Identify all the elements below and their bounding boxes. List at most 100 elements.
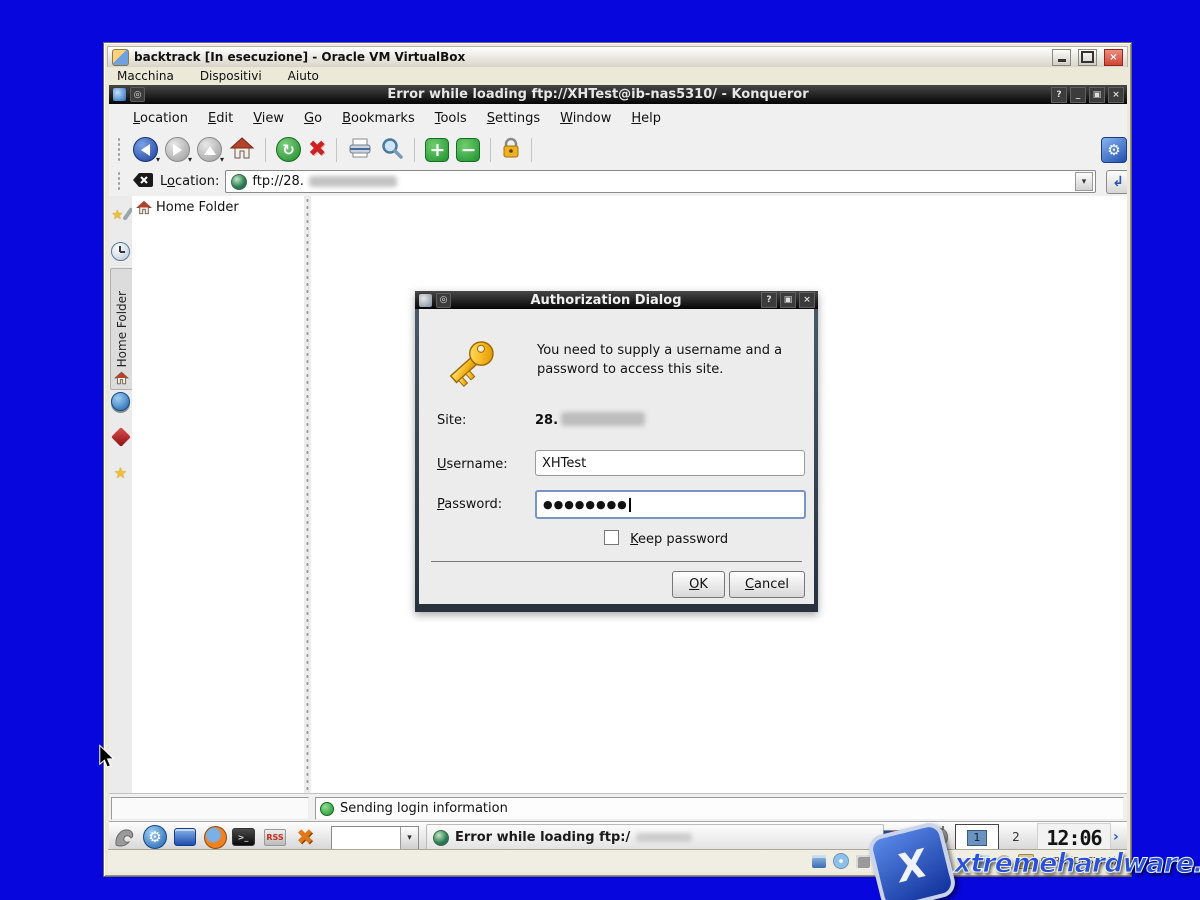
toolbar-separator <box>531 138 532 162</box>
dialog-app-icon <box>419 294 432 307</box>
toolbar-drag-handle[interactable] <box>117 137 122 162</box>
virtualbox-titlebar[interactable]: backtrack [In esecuzione] - Oracle VM Vi… <box>107 46 1128 68</box>
firefox-launcher[interactable] <box>203 825 227 849</box>
dialog-title: Authorization Dialog <box>451 293 761 308</box>
status-message-area: Sending login information <box>315 797 1124 820</box>
find-button[interactable] <box>380 136 404 164</box>
zoom-in-button[interactable]: + <box>425 138 449 162</box>
keep-password-row[interactable]: Keep password <box>604 530 728 547</box>
desktop-launcher[interactable] <box>173 825 197 849</box>
taskbar-combobox[interactable]: ▾ <box>331 826 419 850</box>
up-button[interactable]: ▾ <box>197 137 222 162</box>
sidebar-tab-home-folder-active[interactable]: Home Folder <box>110 268 133 390</box>
print-icon <box>347 136 373 160</box>
panel-splitter[interactable] <box>304 196 311 793</box>
history-clock-icon <box>111 242 130 261</box>
help-button[interactable]: ? <box>1051 87 1067 103</box>
location-history-dropdown[interactable]: ▾ <box>1075 172 1093 191</box>
home-button[interactable] <box>229 136 255 164</box>
password-input[interactable]: ●●●●●●●● <box>535 490 806 519</box>
rss-icon: RSS <box>264 829 286 846</box>
ok-button[interactable]: OK <box>672 571 725 598</box>
dialog-titlebar[interactable]: ◎ Authorization Dialog ? ▣ × <box>415 291 818 309</box>
toolbar-separator <box>414 138 415 162</box>
close-button[interactable]: × <box>1108 87 1124 103</box>
cancel-button[interactable]: Cancel <box>729 571 805 598</box>
home-folder-icon <box>136 200 152 215</box>
konqueror-statusbar: Sending login information <box>109 793 1127 822</box>
sidebar-tab-bookmarks-button[interactable]: ★ <box>111 202 130 228</box>
maximize-button[interactable]: ▣ <box>780 292 796 308</box>
padlock-icon <box>501 136 521 160</box>
clear-location-button[interactable] <box>132 172 154 192</box>
toolbar-drag-handle[interactable] <box>117 171 122 191</box>
security-button[interactable] <box>501 136 521 164</box>
close-button[interactable]: × <box>799 292 815 308</box>
rss-launcher[interactable]: RSS <box>263 825 287 849</box>
combobox-dropdown-icon[interactable]: ▾ <box>400 827 418 849</box>
keep-password-checkbox[interactable] <box>604 530 619 545</box>
floppy-activity-icon <box>856 855 870 868</box>
censored-site <box>561 412 645 426</box>
xchat-launcher[interactable]: ✖ <box>293 825 317 849</box>
sticky-pin-icon[interactable]: ◎ <box>130 87 145 102</box>
menu-edit[interactable]: Edit <box>198 111 243 126</box>
minimize-button[interactable]: _ <box>1070 87 1086 103</box>
maximize-button[interactable] <box>1078 49 1097 66</box>
sidebar-tab-root-button[interactable] <box>111 424 130 450</box>
task-globe-icon <box>433 830 449 846</box>
konsole-launcher[interactable]: >_ <box>231 825 255 849</box>
help-button[interactable]: ? <box>761 292 777 308</box>
menu-go[interactable]: Go <box>294 111 332 126</box>
menu-settings[interactable]: Settings <box>477 111 550 126</box>
stop-button[interactable]: ✖ <box>308 137 326 162</box>
back-icon <box>135 144 150 156</box>
menu-macchina[interactable]: Macchina <box>117 69 174 83</box>
username-label: Username: <box>437 457 508 472</box>
close-button[interactable]: × <box>1104 49 1123 66</box>
konqueror-launcher[interactable]: ⚙ <box>143 825 167 849</box>
watermark-text: xtremehardware.it <box>954 848 1200 879</box>
menu-bookmarks[interactable]: Bookmarks <box>332 111 425 126</box>
menu-location[interactable]: Location <box>123 111 198 126</box>
menu-view[interactable]: View <box>243 111 294 126</box>
sidebar-tab-services-button[interactable]: ★ <box>111 460 130 486</box>
maximize-button[interactable]: ▣ <box>1089 87 1105 103</box>
back-button[interactable]: ▾ <box>133 137 158 162</box>
desktop-screen-icon <box>174 828 196 846</box>
menu-help[interactable]: Help <box>621 111 671 126</box>
kmenu-button[interactable] <box>113 825 137 849</box>
folder-tree-panel: Home Folder <box>132 196 304 793</box>
sticky-pin-icon[interactable]: ◎ <box>436 293 451 308</box>
back-dropdown-icon[interactable]: ▾ <box>156 155 160 164</box>
virtualbox-menubar: Macchina Dispositivi Aiuto <box>107 67 1128 85</box>
sidebar-tab-history-button[interactable] <box>111 238 130 264</box>
home-icon <box>229 136 255 160</box>
location-input[interactable]: ftp://28. ▾ <box>225 170 1096 193</box>
kde-gear-globe-icon: ⚙ <box>143 825 167 849</box>
forward-button[interactable]: ▾ <box>165 137 190 162</box>
forward-dropdown-icon[interactable]: ▾ <box>188 155 192 164</box>
go-button[interactable]: ↲ <box>1106 170 1127 194</box>
menu-aiuto[interactable]: Aiuto <box>288 69 319 83</box>
konqueror-titlebar[interactable]: ◎ Error while loading ftp://XHTest@ib-na… <box>109 85 1127 104</box>
network-globe-icon <box>111 392 130 411</box>
menu-window[interactable]: Window <box>550 111 621 126</box>
sidebar-tab-network-button[interactable] <box>111 388 130 414</box>
task-button-konqueror[interactable]: Error while loading ftp:/ <box>426 824 884 851</box>
up-dropdown-icon[interactable]: ▾ <box>220 155 224 164</box>
username-input[interactable]: XHTest <box>535 450 805 476</box>
print-button[interactable] <box>347 136 373 164</box>
progress-area <box>111 797 309 820</box>
location-toolbar: Location: ftp://28. ▾ ↲ <box>109 167 1127 197</box>
zoom-out-button[interactable]: − <box>456 138 480 162</box>
menu-tools[interactable]: Tools <box>425 111 477 126</box>
tree-item-home-folder[interactable]: Home Folder <box>132 196 304 215</box>
status-led-icon <box>320 802 334 816</box>
up-icon <box>204 140 216 155</box>
menu-dispositivi[interactable]: Dispositivi <box>200 69 262 83</box>
minimize-button[interactable] <box>1052 49 1071 66</box>
watermark-x-logo: X <box>866 820 958 900</box>
censored-address <box>309 176 397 187</box>
reload-button[interactable]: ↻ <box>276 137 301 162</box>
